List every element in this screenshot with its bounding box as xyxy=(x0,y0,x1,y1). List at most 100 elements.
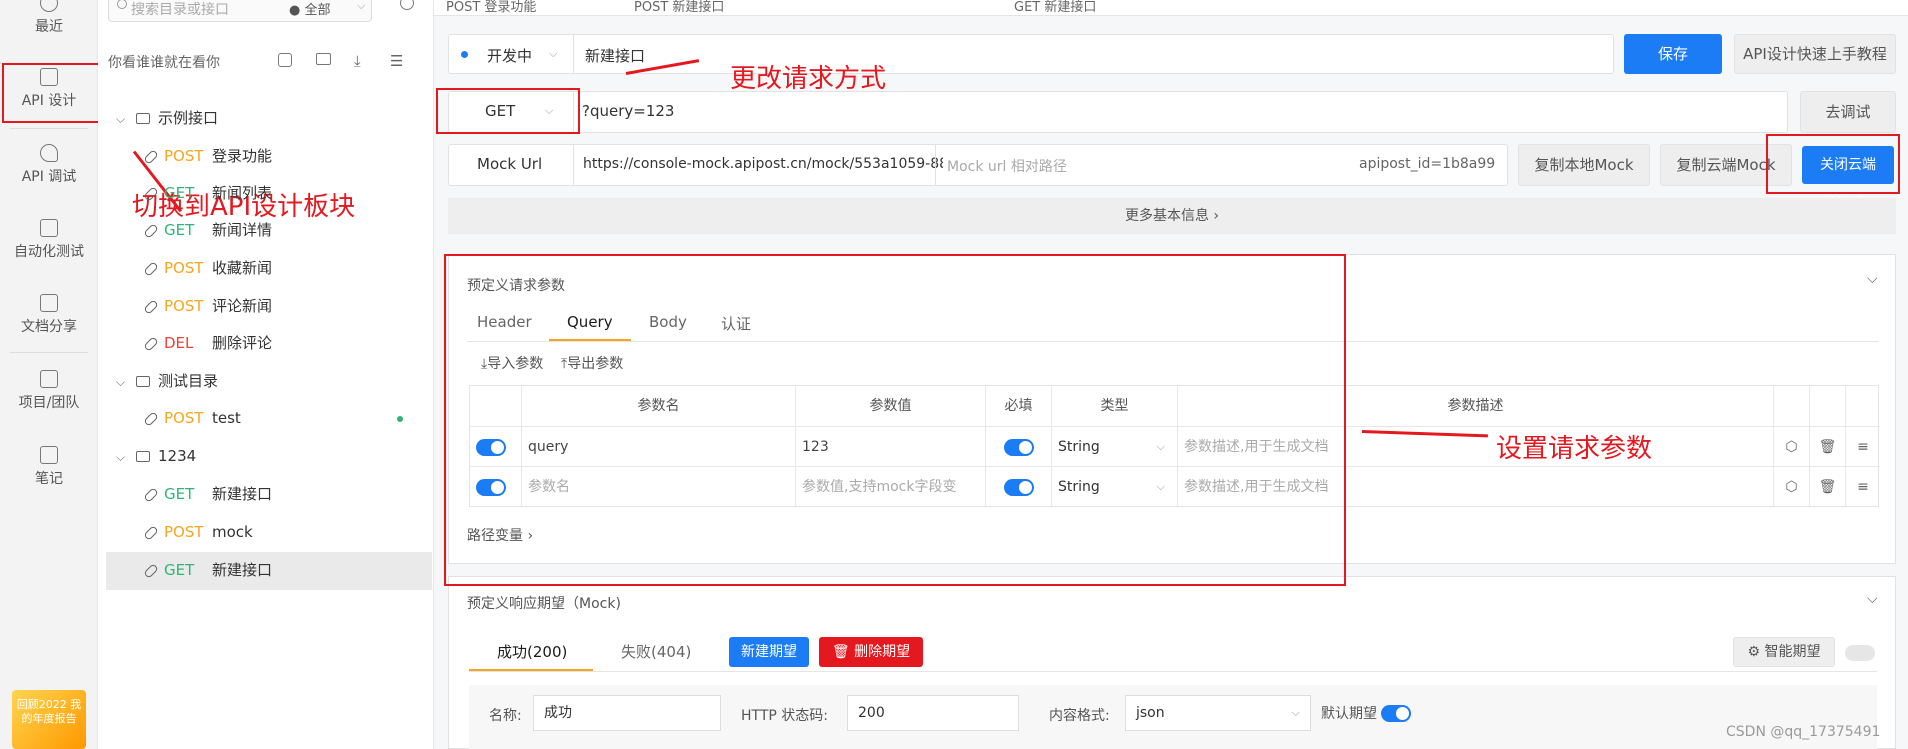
add-api-icon[interactable] xyxy=(278,53,292,67)
method-badge: POST xyxy=(164,147,204,165)
tree-folder[interactable]: ⌵ 测试目录 xyxy=(116,363,218,399)
param-name-input[interactable]: 参数名 xyxy=(522,466,796,506)
tree-api-item[interactable]: POST test xyxy=(143,400,403,436)
add-folder-icon[interactable] xyxy=(316,53,331,65)
expect-name-input[interactable]: 成功 xyxy=(533,695,721,731)
mock-path-input[interactable]: Mock url 相对路径 xyxy=(947,156,1067,176)
param-name-input[interactable]: query xyxy=(522,426,796,466)
filter-select[interactable]: ● 全部 xyxy=(289,0,331,18)
params-card: 预定义请求参数 ⌵ Header Query Body 认证 ⤓导入参数 ⤒导出… xyxy=(448,254,1896,564)
cube-icon[interactable]: ⬡ xyxy=(1774,426,1810,466)
debug-button[interactable]: 去调试 xyxy=(1800,91,1896,133)
required-toggle[interactable] xyxy=(1003,438,1034,456)
nav-project-team[interactable]: 项目/团队 xyxy=(0,370,98,412)
chevron-down-icon[interactable]: ⌵ xyxy=(1867,271,1878,287)
tree-api-item[interactable]: POST 收藏新闻 xyxy=(143,250,272,286)
import-icon[interactable]: ⤓ xyxy=(354,52,361,70)
api-name-input[interactable]: 新建接口 xyxy=(585,45,645,66)
nav-api-design[interactable]: API 设计 xyxy=(0,68,98,110)
close-cloud-mock-button[interactable]: 关闭云端Mock xyxy=(1802,146,1894,211)
export-params-button[interactable]: ⤒导出参数 xyxy=(561,353,623,373)
tab-fail[interactable]: 失败(404) xyxy=(621,641,691,662)
link-icon xyxy=(143,148,159,165)
api-header-row: 开发中 ⌵ 新建接口 xyxy=(448,34,1614,74)
drag-handle-icon[interactable]: ≡ xyxy=(1846,426,1880,466)
search-input[interactable]: 搜索目录或接口 xyxy=(131,0,229,19)
col-value: 参数值 xyxy=(796,386,986,426)
link-icon xyxy=(143,562,159,579)
more-info-bar[interactable]: 更多基本信息 › xyxy=(448,198,1896,234)
copy-cloud-mock-button[interactable]: 复制云端Mock xyxy=(1660,144,1792,186)
path-vars-toggle[interactable]: 路径变量 › xyxy=(467,525,533,545)
mock-url-value[interactable]: https://console-mock.apipost.cn/mock/553… xyxy=(583,156,943,172)
tree-api-item[interactable]: GET 新闻列表 xyxy=(143,175,273,211)
tab-header[interactable]: Header xyxy=(477,313,532,331)
type-select[interactable]: String ⌵ xyxy=(1052,466,1178,506)
nav-api-debug[interactable]: API 调试 xyxy=(0,144,98,186)
method-select[interactable]: GET xyxy=(485,102,515,120)
param-value-input[interactable]: 123 xyxy=(796,426,986,466)
open-tab-2[interactable]: POST 新建接口 xyxy=(634,0,724,15)
nav-doc-share[interactable]: 文档分享 xyxy=(0,294,98,336)
method-badge: GET xyxy=(164,221,195,239)
link-icon xyxy=(143,222,159,239)
tab-body[interactable]: Body xyxy=(649,313,687,331)
tab-auth[interactable]: 认证 xyxy=(721,313,751,334)
drag-handle-icon[interactable]: ≡ xyxy=(1846,466,1880,506)
param-value-input[interactable]: 参数值,支持mock字段变 xyxy=(796,466,986,506)
tree-api-item[interactable]: POST 登录功能 xyxy=(143,138,272,174)
folder-icon xyxy=(136,451,150,462)
param-desc-input[interactable]: 参数描述,用于生成文档 xyxy=(1178,466,1774,506)
chevron-down-icon[interactable]: ⌵ xyxy=(1867,591,1878,607)
new-expect-button[interactable]: 新建期望 xyxy=(729,637,809,667)
tree-api-item[interactable]: POST mock xyxy=(143,514,253,550)
chevron-down-icon[interactable]: ⌵ xyxy=(116,439,136,475)
row-enable-toggle[interactable] xyxy=(476,438,506,456)
param-desc-input[interactable]: 参数描述,用于生成文档 xyxy=(1178,426,1774,466)
nav-recent[interactable]: 最近 xyxy=(0,0,98,36)
settings-icon[interactable] xyxy=(400,0,414,10)
tree-folder[interactable]: ⌵ 示例接口 xyxy=(116,100,218,136)
method-badge: POST xyxy=(164,409,204,427)
type-select[interactable]: String ⌵ xyxy=(1052,426,1178,466)
tree-api-item[interactable]: DEL 删除评论 xyxy=(143,325,272,361)
tree-search-box[interactable]: 搜索目录或接口 ● 全部 ⌵ xyxy=(108,0,372,22)
year-report-badge[interactable]: 回顾2022 我的年度报告 xyxy=(12,690,86,749)
env-select[interactable]: 开发中 xyxy=(487,45,532,66)
col-type: 类型 xyxy=(1052,386,1178,426)
tree-api-item[interactable]: POST 评论新闻 xyxy=(143,288,272,324)
import-params-button[interactable]: ⤓导入参数 xyxy=(481,353,543,373)
status-code-input[interactable]: 200 xyxy=(847,695,1019,731)
copy-local-mock-button[interactable]: 复制本地Mock xyxy=(1518,144,1650,186)
default-expect-toggle[interactable] xyxy=(1381,705,1411,722)
guide-button[interactable]: API设计快速上手教程 xyxy=(1734,34,1896,74)
cube-icon[interactable]: ⬡ xyxy=(1774,466,1810,506)
smart-expect-button[interactable]: ⚙ 智能期望 xyxy=(1733,637,1835,667)
tab-query[interactable]: Query xyxy=(567,313,613,331)
smart-expect-toggle[interactable] xyxy=(1845,645,1875,661)
save-button[interactable]: 保存 xyxy=(1624,34,1722,74)
folder-icon xyxy=(136,376,150,387)
row-enable-toggle[interactable] xyxy=(476,478,506,496)
collapse-all-icon[interactable]: ☰ xyxy=(390,52,403,70)
tab-success[interactable]: 成功(200) xyxy=(497,641,567,662)
required-toggle[interactable] xyxy=(1003,478,1034,496)
nav-automation[interactable]: 自动化测试 xyxy=(0,219,98,261)
tree-api-label: 新闻列表 xyxy=(212,184,273,202)
tree-api-item[interactable]: GET 新闻详情 xyxy=(143,212,272,248)
tree-api-item[interactable]: GET 新建接口 xyxy=(143,552,272,588)
url-input[interactable]: ?query=123 xyxy=(582,102,674,120)
delete-expect-button[interactable]: 🗑 删除期望 xyxy=(819,637,923,667)
delete-icon[interactable]: 🗑 xyxy=(1810,466,1846,506)
format-select[interactable]: json ⌵ xyxy=(1125,695,1311,731)
open-tab-3[interactable]: GET 新建接口 xyxy=(1014,0,1096,15)
tree-folder[interactable]: ⌵ 1234 xyxy=(116,438,196,474)
open-tab-1[interactable]: POST 登录功能 xyxy=(446,0,536,15)
nav-notes[interactable]: 笔记 xyxy=(0,446,98,488)
chevron-right-icon: › xyxy=(1213,208,1220,224)
delete-icon[interactable]: 🗑 xyxy=(1810,426,1846,466)
chevron-down-icon[interactable]: ⌵ xyxy=(116,101,136,137)
search-icon xyxy=(117,0,127,9)
chevron-down-icon[interactable]: ⌵ xyxy=(116,364,136,400)
tree-api-item[interactable]: GET 新建接口 xyxy=(143,476,272,512)
